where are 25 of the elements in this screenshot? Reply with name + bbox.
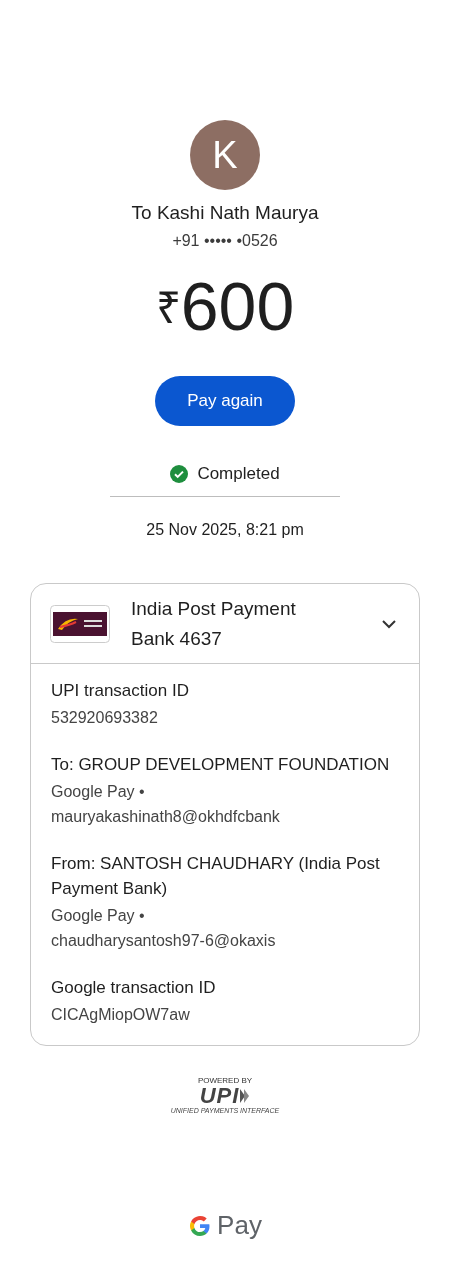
- payee-name: To Kashi Nath Maurya: [131, 202, 319, 224]
- account-name: India Post Payment Bank 4637: [131, 596, 297, 651]
- detail-value: 532920693382: [51, 708, 159, 728]
- detail-label: Google transaction ID: [51, 977, 217, 999]
- bank-logo-icon: [50, 604, 110, 643]
- detail-value: mauryakashinath8@okhdfcbank: [51, 807, 281, 827]
- pay-again-button[interactable]: Pay again: [155, 376, 295, 426]
- detail-label: To: GROUP DEVELOPMENT FOUNDATION: [51, 754, 391, 776]
- detail-value: chaudharysantosh97-6@okaxis: [51, 931, 277, 951]
- avatar: K: [190, 120, 260, 190]
- detail-label: UPI transaction ID: [51, 680, 190, 702]
- upi-arrows-icon: [240, 1089, 251, 1103]
- currency-symbol: ₹: [155, 282, 181, 334]
- amount: 600: [180, 267, 295, 345]
- pay-wordmark: Pay: [217, 1210, 262, 1241]
- transaction-date: 25 Nov 2025, 8:21 pm: [146, 521, 304, 539]
- detail-value: Google Pay •: [51, 782, 146, 802]
- detail-label: From: SANTOSH CHAUDHARY (India Post Payment Bank): [51, 853, 381, 900]
- upi-logo-text: UPI: [199, 1085, 240, 1107]
- detail-value: Google Pay •: [51, 906, 146, 926]
- detail-value: CICAgMiopOW7aw: [51, 1005, 191, 1025]
- status-label: Completed: [197, 464, 280, 484]
- upi-caption: POWERED BY: [197, 1076, 253, 1085]
- chevron-down-icon[interactable]: [381, 618, 397, 629]
- phone-number: +91 ••••• •0526: [172, 232, 278, 250]
